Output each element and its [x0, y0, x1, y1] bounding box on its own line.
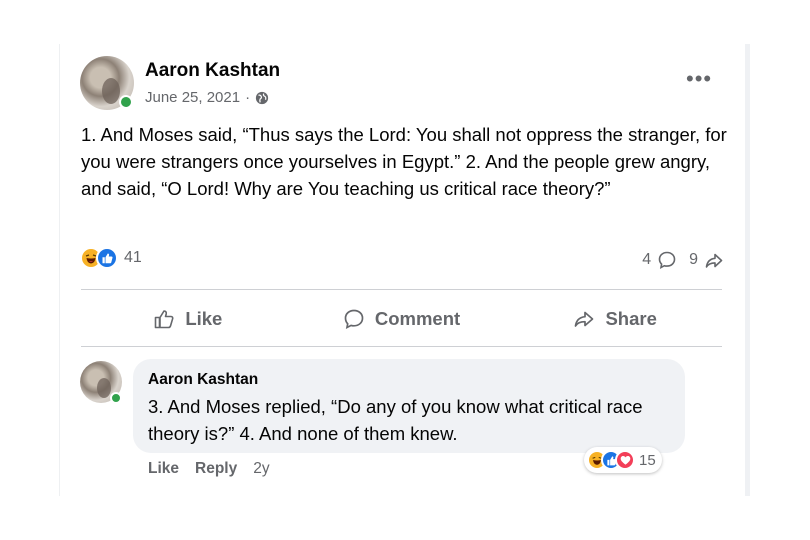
- meta-separator: ·: [245, 89, 251, 106]
- like-label: Like: [185, 308, 223, 329]
- comment-timestamp[interactable]: 2y: [253, 460, 269, 478]
- comment-author-name[interactable]: Aaron Kashtan: [148, 371, 258, 389]
- comment-reaction-count: 15: [639, 451, 656, 469]
- feed-scrollbar[interactable]: [745, 44, 750, 496]
- post-text: 1. And Moses said, “Thus says the Lord: …: [81, 124, 727, 199]
- post-meta: June 25, 2021 ·: [145, 89, 269, 106]
- post-reaction-count: 41: [124, 249, 142, 266]
- comment-count[interactable]: 4: [642, 251, 651, 269]
- post-date[interactable]: June 25, 2021: [145, 89, 240, 106]
- comment-like-button[interactable]: Like: [148, 460, 179, 478]
- more-options-button[interactable]: •••: [686, 66, 712, 92]
- post-action-bar: Like Comment Share: [81, 300, 722, 338]
- comment-reactions[interactable]: 15: [584, 447, 662, 473]
- comment-label: Comment: [374, 308, 461, 329]
- share-count-icon: [705, 253, 723, 268]
- comment-count-icon: [658, 251, 676, 269]
- globe-icon: [255, 91, 269, 104]
- divider-bottom: [81, 346, 722, 347]
- share-label: Share: [605, 308, 657, 329]
- share-count[interactable]: 9: [689, 251, 698, 269]
- like-reaction-icon: [96, 247, 118, 269]
- comment-text: 3. And Moses replied, “Do any of you kno…: [148, 396, 643, 444]
- share-icon: [575, 311, 594, 327]
- love-reaction-icon: [615, 450, 635, 470]
- like-button[interactable]: Like: [81, 300, 295, 338]
- comment-reply-button[interactable]: Reply: [195, 460, 237, 478]
- post-author-name[interactable]: Aaron Kashtan: [145, 60, 280, 82]
- feed-left-border: [59, 44, 60, 496]
- commenter-online-dot: [110, 392, 122, 404]
- comment-button[interactable]: Comment: [295, 300, 509, 338]
- comment-actions: Like Reply 2y: [148, 460, 270, 478]
- thumbs-up-icon: [155, 310, 174, 329]
- comment-icon: [344, 309, 364, 330]
- share-button[interactable]: Share: [508, 300, 722, 338]
- post-stats: 4 9: [642, 250, 724, 270]
- divider-top: [81, 289, 722, 290]
- online-status-dot: [119, 95, 133, 109]
- post-reactions-summary[interactable]: 41: [80, 247, 142, 269]
